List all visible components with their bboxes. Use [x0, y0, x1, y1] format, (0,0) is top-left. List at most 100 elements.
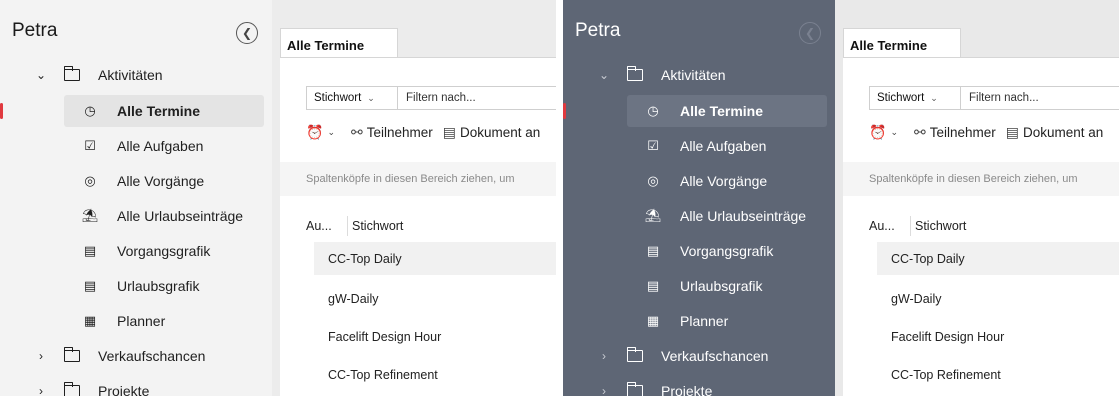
filter-bar: Stichwort ⌄ Filtern nach... — [869, 86, 1119, 110]
app-title: Petra — [575, 20, 621, 41]
filter-bar: Stichwort ⌄ Filtern nach... — [306, 86, 556, 110]
folder-icon — [63, 382, 80, 396]
participants-button[interactable]: ⚯ Teilnehmer — [914, 124, 996, 141]
sidebar-item-planner[interactable]: ▦ Planner — [0, 304, 272, 338]
sidebar-group-label: Projekte — [98, 383, 150, 396]
sidebar-group-aktivitaeten[interactable]: ⌄ Aktivitäten — [563, 58, 835, 92]
checklist-icon: ☑ — [647, 138, 659, 153]
sidebar-item-alle-vorgaenge[interactable]: ◎ Alle Vorgänge — [563, 164, 835, 198]
sidebar-item-urlaubsgrafik[interactable]: ▤ Urlaubsgrafik — [0, 269, 272, 303]
sidebar-group-label: Verkaufschancen — [661, 348, 769, 364]
column-header-stichwort[interactable]: Stichwort — [915, 219, 966, 233]
alarm-clock-icon: ⏰ — [306, 123, 324, 140]
chevron-down-icon: ⌄ — [930, 93, 938, 103]
table-row[interactable]: CC-Top Daily — [314, 242, 556, 275]
document-icon: ▤ — [442, 123, 456, 140]
sidebar-group-projekte[interactable]: › Projekte — [0, 374, 272, 396]
chevron-right-icon[interactable]: › — [597, 349, 611, 363]
chevron-down-icon[interactable]: ⌄ — [34, 68, 48, 82]
chevron-down-icon[interactable]: ⌄ — [597, 68, 611, 82]
sidebar-item-planner[interactable]: ▦ Planner — [563, 304, 835, 338]
table-row[interactable]: CC-Top Daily — [877, 242, 1119, 275]
vacation-icon: ⛱ — [81, 208, 99, 223]
sidebar-group-verkaufschancen[interactable]: › Verkaufschancen — [563, 339, 835, 373]
grid-header: Au... Stichwort — [280, 208, 556, 242]
participants-icon: ⚯ — [913, 123, 926, 140]
tab-alle-termine[interactable]: Alle Termine — [843, 28, 961, 58]
column-header-au[interactable]: Au... — [306, 219, 332, 233]
sidebar-item-label: Alle Urlaubseinträge — [117, 208, 244, 224]
gantt-icon: ▤ — [83, 243, 97, 258]
column-divider[interactable] — [347, 216, 348, 236]
sidebar-item-alle-aufgaben[interactable]: ☑ Alle Aufgaben — [0, 129, 272, 163]
sidebar-group-label: Projekte — [661, 383, 713, 396]
checklist-icon: ☑ — [84, 138, 96, 153]
sidebar-item-alle-termine[interactable]: ◷ Alle Termine — [563, 94, 835, 128]
column-divider[interactable] — [910, 216, 911, 236]
document-button[interactable]: ▤ Dokument an — [1006, 124, 1104, 141]
sidebar-item-alle-vorgaenge[interactable]: ◎ Alle Vorgänge — [0, 164, 272, 198]
filter-field-select[interactable]: Stichwort ⌄ — [869, 86, 961, 110]
sidebar-item-alle-urlaubseintraege[interactable]: ⛱ Alle Urlaubseinträge — [0, 199, 272, 233]
chevron-down-icon: ⌄ — [367, 93, 375, 103]
sidebar-item-label: Alle Urlaubseinträge — [680, 208, 807, 224]
sidebar-group-projekte[interactable]: › Projekte — [563, 374, 835, 396]
chevron-down-icon: ⌄ — [890, 126, 898, 137]
table-row[interactable]: CC-Top Refinement — [877, 358, 1119, 391]
filter-field-select[interactable]: Stichwort ⌄ — [306, 86, 398, 110]
sidebar-item-alle-urlaubseintraege[interactable]: ⛱ Alle Urlaubseinträge — [563, 199, 835, 233]
table-row[interactable]: Facelift Design Hour — [314, 320, 556, 353]
group-by-area[interactable]: Spaltenköpfe in diesen Bereich ziehen, u… — [843, 162, 1119, 196]
table-row[interactable]: CC-Top Refinement — [314, 358, 556, 391]
participants-button[interactable]: ⚯ Teilnehmer — [351, 124, 433, 141]
toolbar: ⏰ ⌄ ⚯ Teilnehmer ▤ Dokument an — [869, 121, 1113, 143]
app-title: Petra — [12, 20, 58, 41]
sidebar-item-urlaubsgrafik[interactable]: ▤ Urlaubsgrafik — [563, 269, 835, 303]
document-button[interactable]: ▤ Dokument an — [443, 124, 541, 141]
filter-field-value: Stichwort — [314, 92, 362, 104]
sidebar-item-label: Alle Aufgaben — [117, 138, 204, 154]
alarm-dropdown-button[interactable]: ⏰ ⌄ — [306, 124, 341, 141]
panel-divider — [556, 0, 563, 396]
sidebar-item-label: Vorgangsgrafik — [680, 243, 774, 259]
folder-icon — [626, 66, 643, 81]
main-area: Alle Termine Stichwort ⌄ Filtern nach... … — [835, 0, 1119, 396]
alarm-clock-icon: ⏰ — [869, 123, 887, 140]
table-row[interactable]: gW-Daily — [314, 282, 556, 315]
filter-input[interactable]: Filtern nach... — [961, 86, 1119, 110]
tab-alle-termine[interactable]: Alle Termine — [280, 28, 398, 58]
chevron-right-icon[interactable]: › — [34, 384, 48, 396]
sidebar-item-label: Urlaubsgrafik — [680, 278, 763, 294]
alarm-dropdown-button[interactable]: ⏰ ⌄ — [869, 124, 904, 141]
document-label: Dokument an — [1022, 124, 1104, 140]
vacation-icon: ⛱ — [644, 208, 662, 223]
process-icon: ◎ — [84, 173, 96, 188]
collapse-sidebar-icon[interactable]: ❮ — [236, 22, 258, 44]
collapse-sidebar-icon[interactable]: ❮ — [799, 22, 821, 44]
sidebar-item-vorgangsgrafik[interactable]: ▤ Vorgangsgrafik — [0, 234, 272, 268]
table-row[interactable]: Facelift Design Hour — [877, 320, 1119, 353]
participants-label: Teilnehmer — [929, 124, 996, 140]
sidebar-group-aktivitaeten[interactable]: ⌄ Aktivitäten — [0, 58, 272, 92]
process-icon: ◎ — [647, 173, 659, 188]
folder-icon — [63, 66, 80, 81]
folder-icon — [626, 382, 643, 396]
chevron-right-icon[interactable]: › — [597, 384, 611, 396]
filter-field-value: Stichwort — [877, 92, 925, 104]
column-header-au[interactable]: Au... — [869, 219, 895, 233]
sidebar-item-label: Planner — [680, 313, 729, 329]
table-row[interactable]: gW-Daily — [877, 282, 1119, 315]
sidebar-item-vorgangsgrafik[interactable]: ▤ Vorgangsgrafik — [563, 234, 835, 268]
sidebar-item-alle-aufgaben[interactable]: ☑ Alle Aufgaben — [563, 129, 835, 163]
gantt-icon: ▤ — [646, 278, 660, 293]
group-by-area[interactable]: Spaltenköpfe in diesen Bereich ziehen, u… — [280, 162, 556, 196]
participants-label: Teilnehmer — [366, 124, 433, 140]
sidebar-group-verkaufschancen[interactable]: › Verkaufschancen — [0, 339, 272, 373]
main-area: Alle Termine Stichwort ⌄ Filtern nach... … — [272, 0, 556, 396]
sidebar-item-label: Vorgangsgrafik — [117, 243, 211, 259]
column-header-stichwort[interactable]: Stichwort — [352, 219, 403, 233]
filter-input[interactable]: Filtern nach... — [398, 86, 556, 110]
sidebar-item-label: Planner — [117, 313, 166, 329]
chevron-right-icon[interactable]: › — [34, 349, 48, 363]
sidebar-item-alle-termine[interactable]: ◷ Alle Termine — [0, 94, 272, 128]
